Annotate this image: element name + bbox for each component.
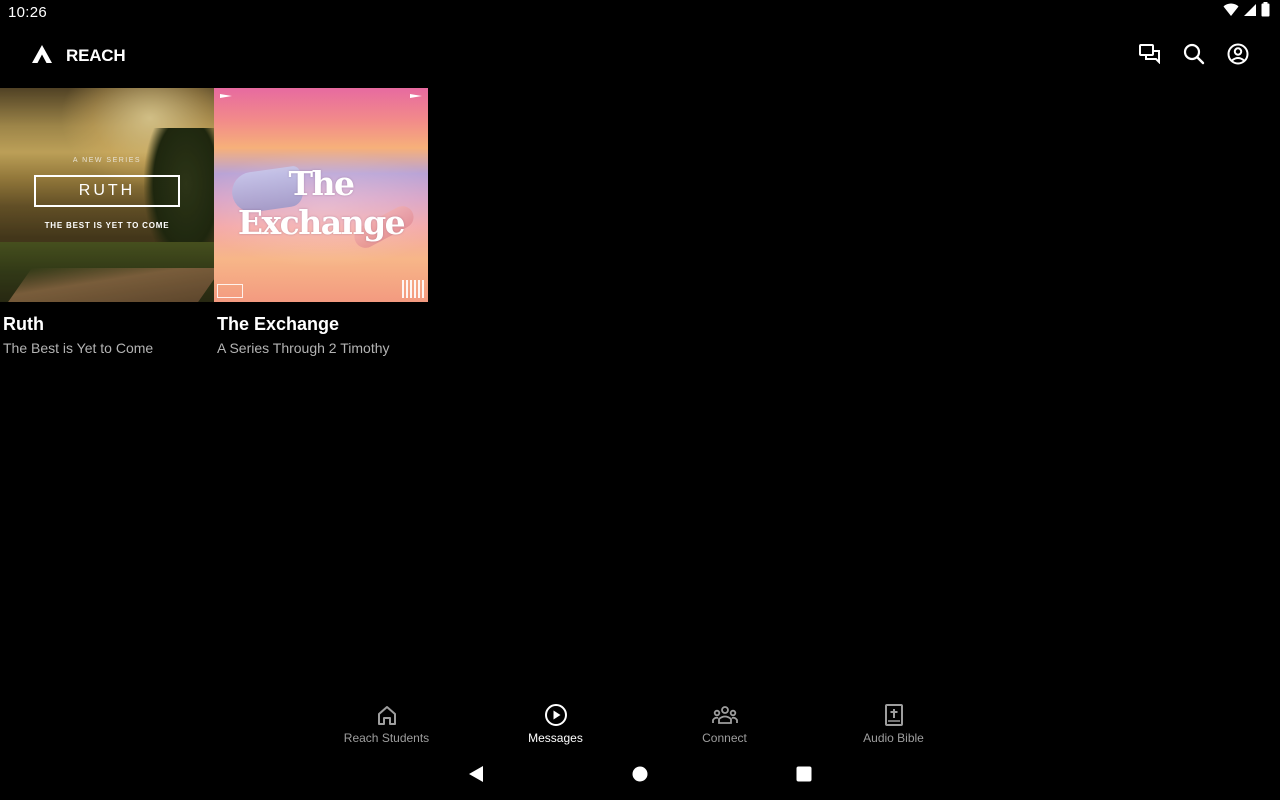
artwork-logo: [217, 284, 243, 298]
wifi-icon: [1223, 3, 1239, 22]
series-grid: A NEW SERIES RUTH THE BEST IS YET TO COM…: [0, 88, 428, 356]
app-bar: REACH: [0, 32, 1280, 80]
artwork-corner-mark: [410, 94, 422, 98]
home-circle-icon: [632, 766, 648, 787]
nav-item-connect[interactable]: Connect: [640, 700, 809, 750]
nav-label: Connect: [702, 731, 747, 745]
account-button[interactable]: [1216, 34, 1260, 78]
status-icons: [1223, 2, 1270, 22]
back-icon: [467, 765, 485, 788]
artwork-tagline: THE BEST IS YET TO COME: [44, 221, 170, 230]
play-circle-icon: [544, 700, 568, 730]
search-icon: [1183, 43, 1205, 70]
artwork-corner-mark: [220, 94, 232, 98]
recents-button[interactable]: [782, 754, 826, 798]
chat-icon: [1139, 43, 1161, 69]
home-icon: [376, 700, 398, 730]
series-card-ruth[interactable]: A NEW SERIES RUTH THE BEST IS YET TO COM…: [0, 88, 214, 356]
system-nav-bar: [0, 752, 1280, 800]
nav-label: Reach Students: [343, 731, 430, 745]
artwork-barcode: [402, 280, 424, 298]
cell-signal-icon: [1243, 3, 1257, 22]
app-bar-actions: [1128, 34, 1260, 78]
series-title: The Exchange: [217, 314, 340, 334]
series-artwork[interactable]: The Exchange: [214, 88, 428, 302]
status-time: 10:26: [8, 3, 48, 21]
nav-item-audio-bible[interactable]: Audio Bible: [809, 700, 978, 750]
series-subtitle: The Best is Yet to Come: [3, 340, 154, 356]
back-button[interactable]: [454, 754, 498, 798]
chat-button[interactable]: [1128, 34, 1172, 78]
group-icon: [711, 700, 738, 730]
artwork-heading: RUTH: [34, 175, 180, 207]
status-bar: 10:26: [0, 0, 1280, 24]
reach-logo-icon: [32, 44, 52, 68]
nav-item-reach-students[interactable]: Reach Students: [302, 700, 471, 750]
nav-item-messages[interactable]: Messages: [471, 700, 640, 750]
nav-label: Audio Bible: [863, 731, 924, 745]
brand[interactable]: REACH: [32, 44, 126, 68]
artwork-kicker: A NEW SERIES: [72, 157, 142, 164]
account-icon: [1227, 43, 1249, 70]
search-button[interactable]: [1172, 34, 1216, 78]
series-subtitle: A Series Through 2 Timothy: [217, 340, 390, 356]
bible-icon: [884, 700, 904, 730]
series-artwork[interactable]: A NEW SERIES RUTH THE BEST IS YET TO COM…: [0, 88, 214, 302]
home-button[interactable]: [618, 754, 662, 798]
series-card-the-exchange[interactable]: The Exchange The Exchange A Series Throu…: [214, 88, 428, 356]
nav-label: Messages: [528, 731, 583, 745]
artwork-heading: The Exchange: [237, 164, 406, 242]
series-title: Ruth: [3, 314, 44, 334]
app-title: REACH: [66, 46, 126, 65]
bottom-nav: Reach Students Messages Connect Audio Bi…: [302, 700, 978, 750]
battery-icon: [1261, 2, 1270, 22]
recents-icon: [796, 766, 812, 787]
